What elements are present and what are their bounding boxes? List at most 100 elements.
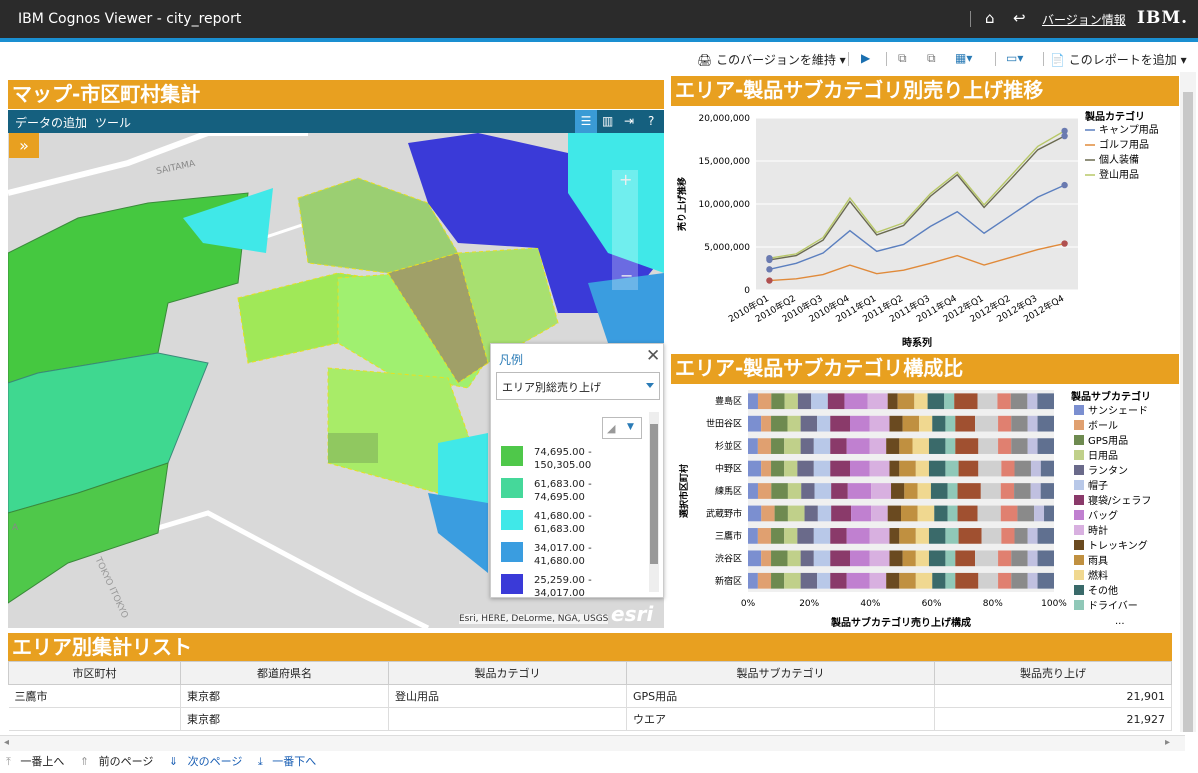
region-cyan[interactable] <box>438 433 488 503</box>
composition-chart: 豊島区世田谷区杉並区中野区練馬区武蔵野市三鷹市渋谷区新宿区 0% 20% 40% 60%… <box>678 390 1151 629</box>
column-header[interactable]: 製品売り上げ <box>934 661 1172 685</box>
pager: ⤒ 一番上へ ⇑ 前のページ ⇓ 次のページ ⤓ 一番下へ <box>6 753 328 769</box>
data-point <box>1061 181 1068 189</box>
table-cell: GPS用品 <box>626 684 935 708</box>
bar-segment <box>800 415 818 432</box>
last-page-label: 一番下へ <box>272 755 317 768</box>
bar-segment <box>757 438 772 454</box>
bar-segment <box>899 460 916 477</box>
run-icon[interactable]: ▶ <box>861 51 870 65</box>
bar-segment <box>887 393 898 410</box>
column-header[interactable]: 市区町村 <box>8 661 181 685</box>
scrollbar-thumb[interactable] <box>650 424 658 564</box>
region-green[interactable] <box>328 433 378 463</box>
zoom-slider[interactable]: + − <box>612 170 638 290</box>
legend-swatch <box>1074 570 1084 580</box>
first-page-link[interactable]: ⤒ 一番上へ <box>6 755 70 768</box>
prev-page-link[interactable]: ⇑ 前のページ <box>80 755 160 768</box>
zoom-in-icon[interactable]: + <box>619 170 632 189</box>
bar-segment <box>871 505 888 522</box>
horizontal-scrollbar[interactable]: ◂ ▸ <box>0 735 1185 751</box>
keep-version-button[interactable]: 🖨 このバージョンを維持 ▾ <box>697 51 846 68</box>
bar-segment <box>869 528 890 544</box>
legend-label: バッグ <box>1088 509 1118 522</box>
bar-segment <box>927 393 945 410</box>
bar-segment <box>748 415 762 432</box>
title-bar: IBM Cognos Viewer - city_report ⌂ ↩ バージョ… <box>0 0 1198 38</box>
composition-chart-title: エリア-製品サブカテゴリ構成比 <box>671 354 1179 384</box>
home-icon[interactable]: ⌂ <box>985 9 995 27</box>
zoom-out-icon[interactable]: − <box>620 266 633 285</box>
basemap-icon[interactable]: ▥ <box>602 114 613 128</box>
separator <box>1043 52 1044 66</box>
y-tick-label: 世田谷区 <box>706 418 742 430</box>
table-cell: 三鷹市 <box>8 684 181 708</box>
scroll-left-icon[interactable]: ◂ <box>4 737 9 748</box>
legend-label: 時計 <box>1088 524 1108 537</box>
scroll-right-icon[interactable]: ▸ <box>1165 737 1170 748</box>
bar-segment <box>846 528 870 544</box>
next-page-link[interactable]: ⇓ 次のページ <box>169 755 249 768</box>
help-icon[interactable]: ? <box>648 114 654 128</box>
legend-scrollbar[interactable] <box>649 412 659 592</box>
bar-segment <box>957 483 981 499</box>
drill-up-icon[interactable]: ⧉ <box>927 51 936 66</box>
legend-swatch <box>1074 600 1084 610</box>
bar-segment <box>784 438 801 454</box>
bar-segment <box>978 572 999 589</box>
bar-segment <box>813 460 831 477</box>
add-report-button[interactable]: 📄 このレポートを追加 ▾ <box>1050 51 1187 68</box>
column-header[interactable]: 都道府県名 <box>180 661 389 685</box>
legend-label: ボール <box>1088 420 1118 432</box>
share-icon[interactable]: ⇥ <box>624 114 634 128</box>
bar-segment <box>958 528 982 544</box>
bar-segment <box>847 483 872 499</box>
y-tick-label: 新宿区 <box>715 575 742 587</box>
related-links-icon[interactable]: ▦▾ <box>955 51 972 65</box>
bar-segment <box>800 438 814 454</box>
bar-segment <box>1030 460 1041 477</box>
last-page-link[interactable]: ⤓ 一番下へ <box>258 755 322 768</box>
legend-swatch <box>1074 420 1084 430</box>
expand-panel-button[interactable]: » <box>9 133 39 158</box>
table-cell <box>8 707 181 731</box>
bar-segment <box>817 415 831 432</box>
legend-swatch <box>501 446 523 466</box>
separator <box>995 52 996 66</box>
legend-layer-select[interactable]: エリア別総売り上げ <box>496 372 660 400</box>
vertical-scrollbar[interactable] <box>1180 72 1196 732</box>
close-icon[interactable]: ✕ <box>646 346 660 366</box>
view-format-icon[interactable]: ▭▾ <box>1006 51 1023 65</box>
map-label-a: A <box>12 523 19 533</box>
add-data-menu[interactable]: データの追加 <box>15 114 87 131</box>
version-link[interactable]: バージョン情報 <box>1042 11 1126 28</box>
bar-segment <box>797 393 812 410</box>
legend-label: 74,695.00 - 150,305.00 <box>534 447 592 471</box>
legend-label: 41,680.00 - 61,683.00 <box>534 511 592 535</box>
trend-chart-title: エリア-製品サブカテゴリ別売り上げ推移 <box>671 76 1179 106</box>
bar-segment <box>748 483 758 499</box>
bar-segment <box>850 415 870 432</box>
column-header[interactable]: 製品カテゴリ <box>388 661 627 685</box>
bar-segment <box>811 393 828 410</box>
legend-label: サンシェード <box>1088 405 1148 417</box>
legend-toggle-icon[interactable]: ☰ <box>575 110 597 133</box>
scrollbar-thumb[interactable] <box>1183 92 1193 732</box>
bar-segment <box>817 505 832 522</box>
back-icon[interactable]: ↩ <box>1013 9 1026 27</box>
tools-menu[interactable]: ツール <box>95 114 131 131</box>
y-tick-label: 20,000,000 <box>698 114 750 124</box>
last-page-icon: ⤓ <box>257 755 263 768</box>
x-axis-label: 時系列 <box>902 336 932 349</box>
bar-segment <box>1037 438 1054 454</box>
drill-down-icon[interactable]: ⧉ <box>898 51 907 66</box>
bar-segment <box>748 528 758 544</box>
symbol-style-select[interactable]: ◢ ▼ <box>602 417 642 439</box>
bar-segment <box>748 393 758 410</box>
column-header[interactable]: 製品サブカテゴリ <box>626 661 935 685</box>
y-tick-label: 豊島区 <box>715 395 742 407</box>
next-page-label: 次のページ <box>187 755 243 768</box>
x-tick-label: 80% <box>983 599 1003 609</box>
bar-segment <box>813 438 831 454</box>
y-tick-label: 練馬区 <box>715 485 742 497</box>
